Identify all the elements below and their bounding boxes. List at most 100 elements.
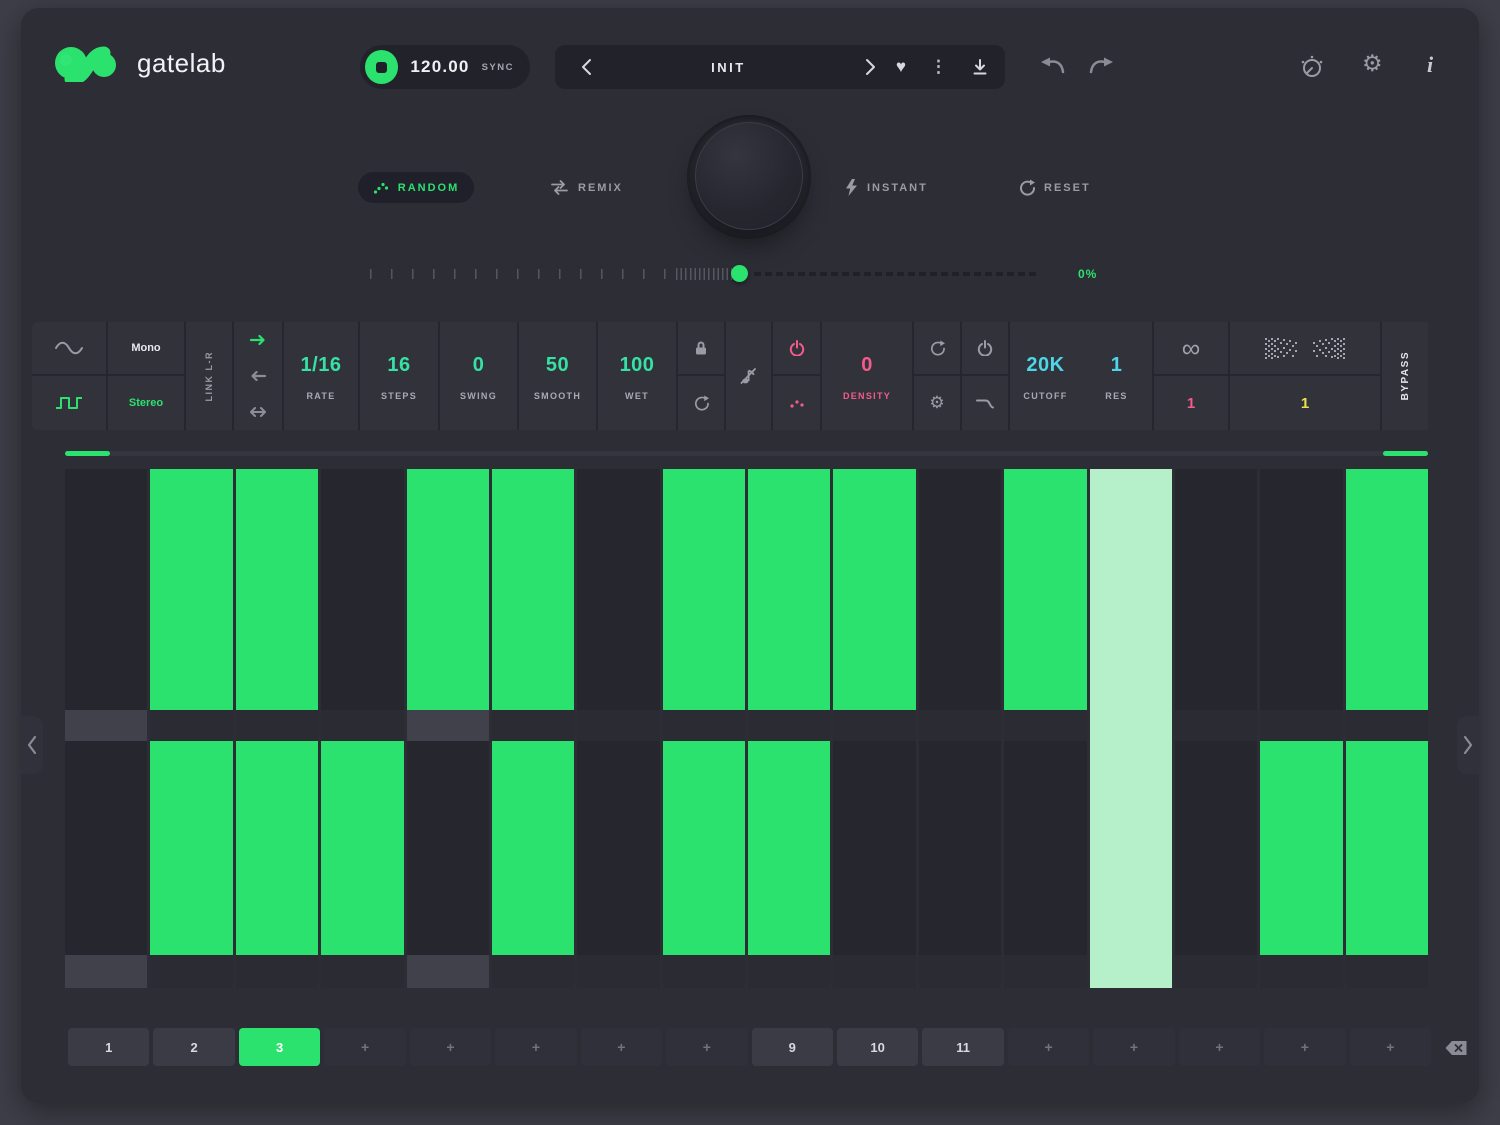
pattern-add-button[interactable]: + bbox=[324, 1028, 405, 1066]
info-button[interactable]: i bbox=[1427, 52, 1433, 78]
step-bar[interactable] bbox=[577, 741, 659, 955]
sequencer-column-15[interactable] bbox=[1260, 469, 1342, 988]
pattern-add-button[interactable]: + bbox=[1008, 1028, 1089, 1066]
pattern-button-10[interactable]: 10 bbox=[837, 1028, 918, 1066]
sequencer-column-7[interactable] bbox=[577, 469, 659, 988]
step-bar[interactable] bbox=[1346, 469, 1428, 710]
step-bar[interactable] bbox=[1260, 741, 1342, 955]
lock-button[interactable] bbox=[678, 322, 724, 376]
sequencer-column-11[interactable] bbox=[919, 469, 1001, 988]
smooth-cell[interactable]: 50 SMOOTH bbox=[519, 322, 598, 430]
step-bar[interactable] bbox=[748, 469, 830, 710]
bpm-value[interactable]: 120.00 bbox=[410, 57, 469, 77]
loop-end-marker[interactable] bbox=[1383, 451, 1428, 456]
delete-pattern-button[interactable] bbox=[1439, 1036, 1473, 1060]
step-bar[interactable] bbox=[65, 741, 147, 955]
step-bar[interactable] bbox=[1346, 741, 1428, 955]
preset-prev-button[interactable] bbox=[571, 52, 601, 82]
step-bar[interactable] bbox=[492, 741, 574, 955]
step-bar[interactable] bbox=[748, 741, 830, 955]
step-footer[interactable] bbox=[321, 710, 403, 741]
pattern-button-1[interactable]: 1 bbox=[68, 1028, 149, 1066]
step-bar[interactable] bbox=[919, 741, 1001, 955]
cutoff-value[interactable]: 20K bbox=[1026, 354, 1064, 377]
step-footer[interactable] bbox=[492, 955, 574, 988]
redo-button[interactable] bbox=[1089, 56, 1115, 79]
mono-button[interactable]: Mono bbox=[108, 322, 184, 376]
step-footer[interactable] bbox=[1004, 710, 1086, 741]
variation-slider[interactable] bbox=[370, 265, 1060, 283]
slider-handle[interactable] bbox=[731, 265, 748, 282]
pattern-button-11[interactable]: 11 bbox=[922, 1028, 1003, 1066]
dissolve-mode-buttons[interactable] bbox=[1230, 322, 1380, 376]
step-footer[interactable] bbox=[833, 710, 915, 741]
pattern-add-button[interactable]: + bbox=[581, 1028, 662, 1066]
step-footer[interactable] bbox=[663, 710, 745, 741]
main-knob[interactable] bbox=[695, 122, 803, 230]
step-bar[interactable] bbox=[150, 741, 232, 955]
step-footer[interactable] bbox=[236, 710, 318, 741]
pattern-button-2[interactable]: 2 bbox=[153, 1028, 234, 1066]
stop-button[interactable] bbox=[365, 50, 398, 84]
sequencer-column-8[interactable] bbox=[663, 469, 745, 988]
page-prev-button[interactable] bbox=[21, 716, 43, 774]
step-bar[interactable] bbox=[833, 469, 915, 710]
sequencer-column-9[interactable] bbox=[748, 469, 830, 988]
step-bar[interactable] bbox=[1260, 469, 1342, 710]
step-footer[interactable] bbox=[919, 955, 1001, 988]
dissolve-count[interactable]: 1 bbox=[1230, 376, 1380, 430]
step-bar[interactable] bbox=[407, 469, 489, 710]
pattern-button-3[interactable]: 3 bbox=[239, 1028, 320, 1066]
pattern-add-button[interactable]: + bbox=[1179, 1028, 1260, 1066]
pattern-add-button[interactable]: + bbox=[666, 1028, 747, 1066]
step-footer[interactable] bbox=[65, 710, 147, 741]
humanize-dots-button[interactable] bbox=[773, 376, 820, 430]
step-bar[interactable] bbox=[1004, 469, 1086, 710]
step-bar[interactable] bbox=[1004, 741, 1086, 955]
step-footer[interactable] bbox=[1260, 955, 1342, 988]
step-bar[interactable] bbox=[65, 469, 147, 710]
random-button[interactable]: RANDOM bbox=[358, 172, 474, 203]
sequencer-column-13[interactable] bbox=[1090, 469, 1172, 988]
swing-value[interactable]: 0 bbox=[473, 354, 485, 377]
res-value[interactable]: 1 bbox=[1111, 354, 1123, 377]
swing-cell[interactable]: 0 SWING bbox=[440, 322, 519, 430]
sequencer-column-5[interactable] bbox=[407, 469, 489, 988]
cutoff-control[interactable]: 20K CUTOFF bbox=[1010, 322, 1081, 430]
step-footer[interactable] bbox=[748, 710, 830, 741]
loop-start-marker[interactable] bbox=[65, 451, 110, 456]
bypass-cell[interactable]: BYPASS bbox=[1382, 322, 1428, 430]
sequencer-column-4[interactable] bbox=[321, 469, 403, 988]
step-bar[interactable] bbox=[1090, 469, 1172, 710]
res-control[interactable]: 1 RES bbox=[1081, 322, 1152, 430]
step-bar[interactable] bbox=[1090, 741, 1172, 955]
step-footer[interactable] bbox=[577, 710, 659, 741]
step-bar[interactable] bbox=[1175, 741, 1257, 955]
preset-next-button[interactable] bbox=[856, 52, 886, 82]
step-footer[interactable] bbox=[748, 955, 830, 988]
step-footer[interactable] bbox=[919, 710, 1001, 741]
step-bar[interactable] bbox=[236, 741, 318, 955]
steps-cell[interactable]: 16 STEPS bbox=[360, 322, 440, 430]
wet-value[interactable]: 100 bbox=[620, 354, 655, 377]
step-footer[interactable] bbox=[577, 955, 659, 988]
page-next-button[interactable] bbox=[1457, 716, 1479, 774]
save-preset-button[interactable] bbox=[971, 58, 989, 76]
humanize-power-button[interactable] bbox=[773, 322, 820, 376]
sequencer-column-1[interactable] bbox=[65, 469, 147, 988]
favorite-button[interactable]: ♥ bbox=[896, 57, 906, 77]
step-bar[interactable] bbox=[150, 469, 232, 710]
step-bar[interactable] bbox=[577, 469, 659, 710]
sync-toggle[interactable]: SYNC bbox=[482, 62, 514, 73]
step-footer[interactable] bbox=[1175, 710, 1257, 741]
step-bar[interactable] bbox=[1175, 469, 1257, 710]
pattern-add-button[interactable]: + bbox=[1093, 1028, 1174, 1066]
density-cycle-button[interactable] bbox=[914, 322, 960, 376]
sequencer-column-3[interactable] bbox=[236, 469, 318, 988]
loop-range-track[interactable] bbox=[65, 451, 1428, 456]
step-footer[interactable] bbox=[1090, 955, 1172, 988]
wet-cell[interactable]: 100 WET bbox=[598, 322, 678, 430]
step-footer[interactable] bbox=[492, 710, 574, 741]
step-footer[interactable] bbox=[1004, 955, 1086, 988]
preset-menu-button[interactable]: ⋮ bbox=[930, 57, 947, 77]
